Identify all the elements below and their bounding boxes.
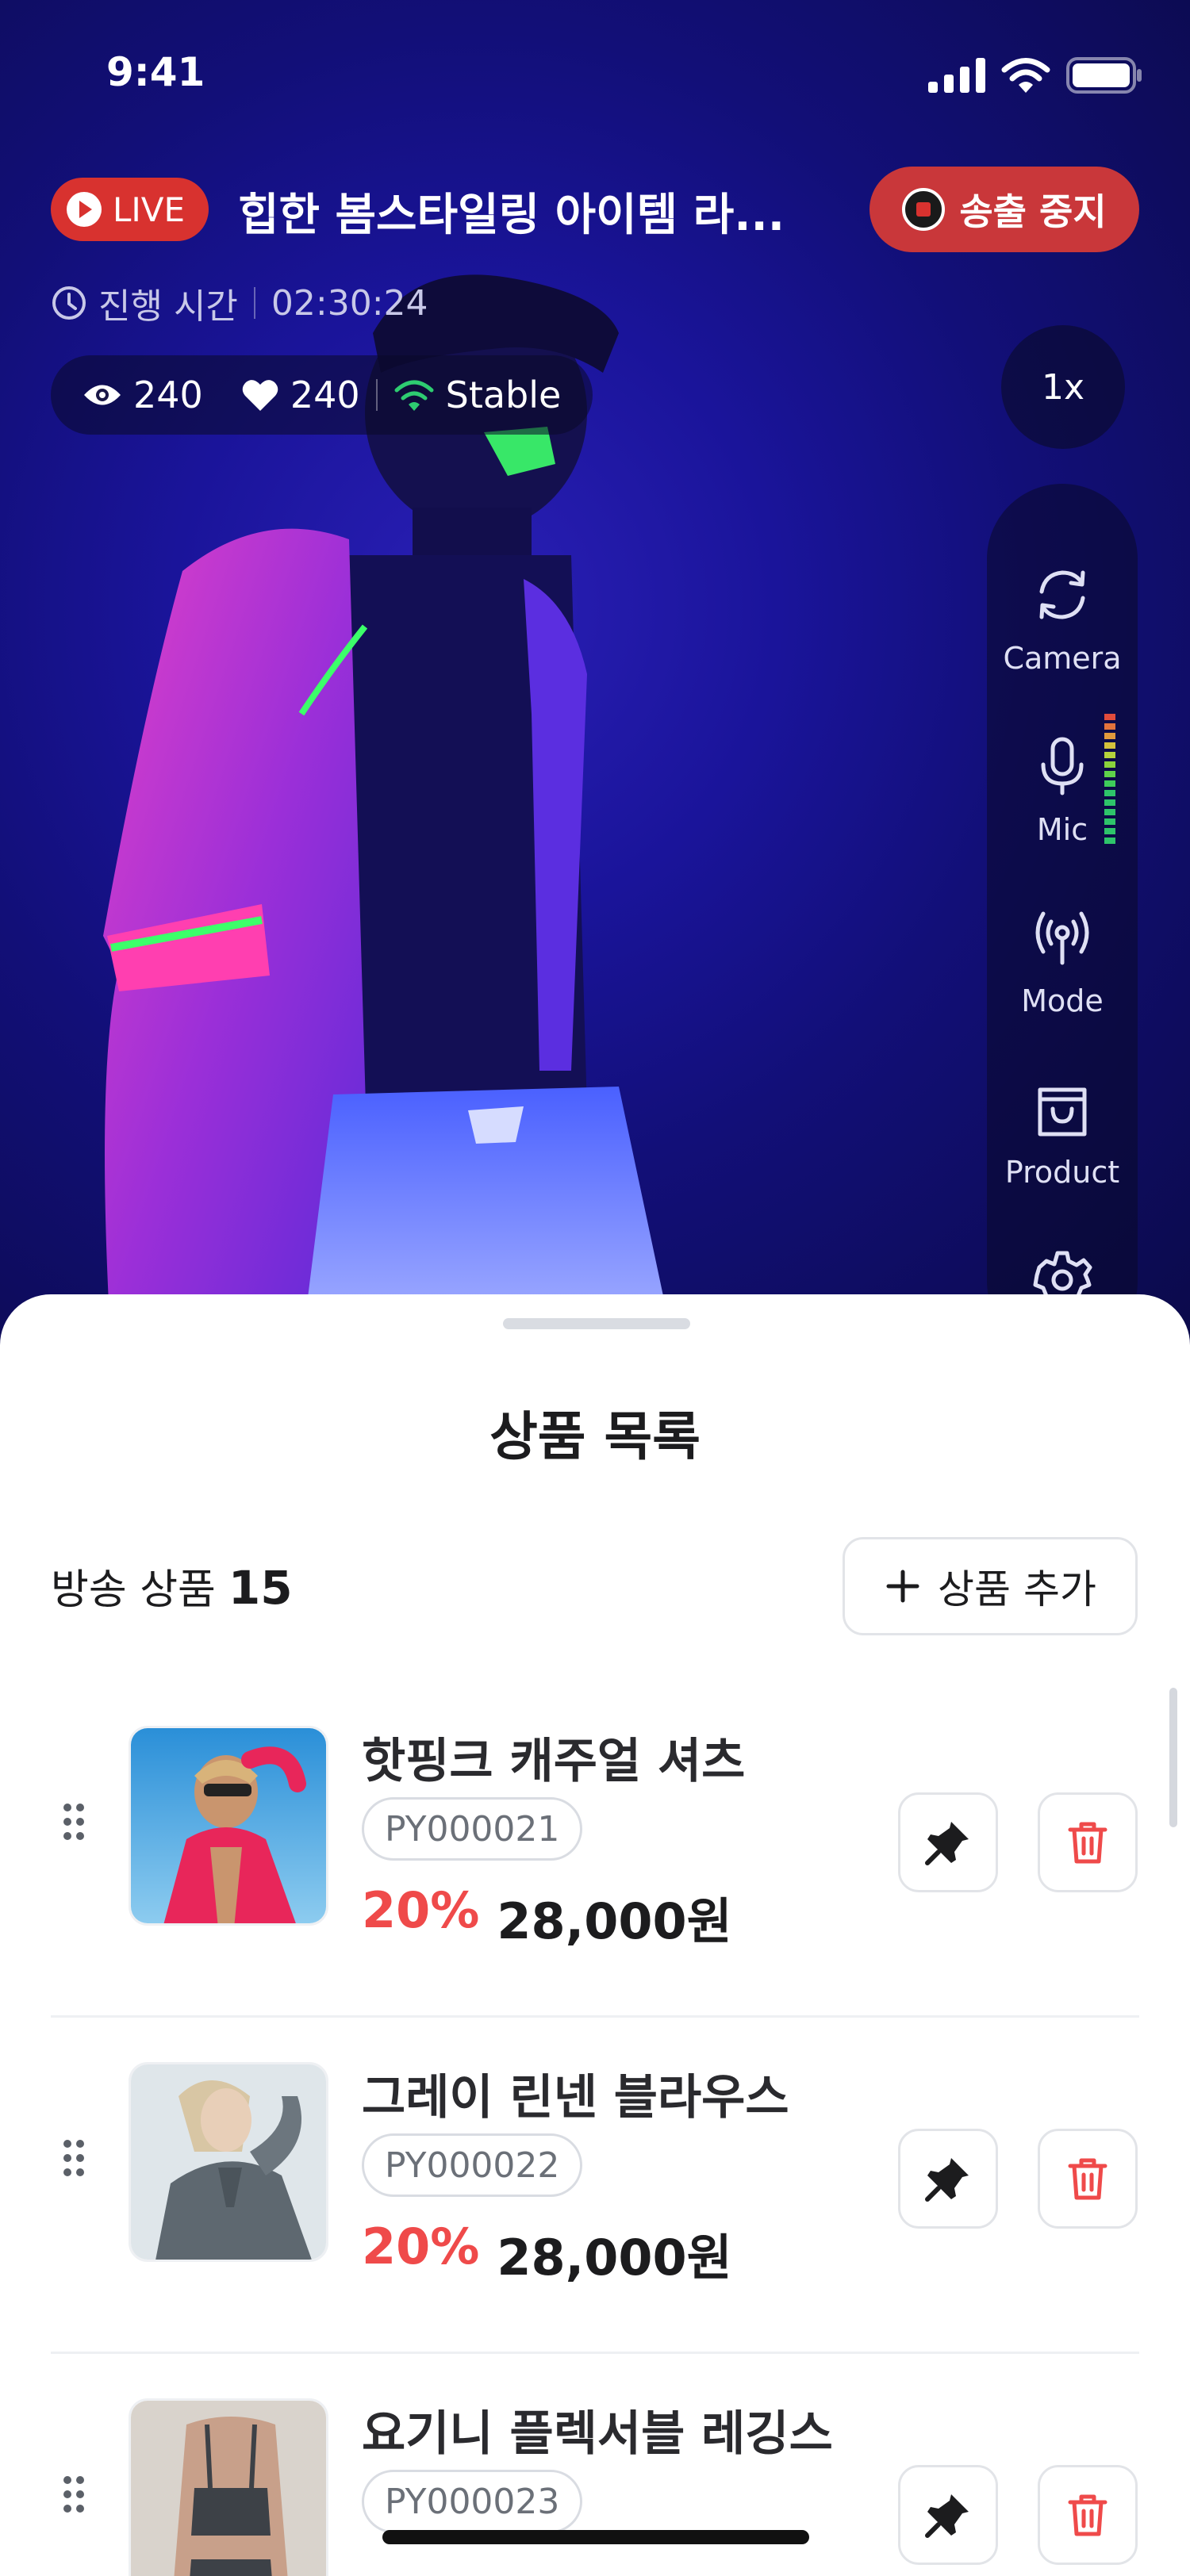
camera-switch-button[interactable]: Camera	[987, 563, 1138, 676]
trash-icon	[1068, 2494, 1107, 2536]
product-name: 그레이 린넨 블라우스	[362, 2070, 789, 2126]
delete-product-button[interactable]	[1038, 1792, 1138, 1892]
divider	[253, 287, 255, 319]
pin-icon	[925, 2158, 969, 2202]
product-thumbnail	[129, 2398, 328, 2576]
wifi-signal-icon	[394, 380, 434, 411]
elapsed-time: 진행 시간 02:30:24	[51, 278, 428, 328]
product-count-label: 방송 상품	[51, 1566, 216, 1614]
stream-title: 힙한 봄스타일링 아이템 라...	[238, 190, 785, 241]
playback-speed-button[interactable]: 1x	[1001, 325, 1125, 449]
trash-icon	[1068, 1822, 1107, 1864]
pin-icon	[925, 2494, 969, 2538]
mic-icon	[1041, 737, 1084, 795]
product-count-value: 15	[228, 1561, 293, 1615]
product-count: 방송 상품 15	[51, 1556, 293, 1616]
price-value: 28,000원	[497, 2229, 732, 2287]
control-rail: Camera Mic Mode Product	[987, 484, 1138, 1356]
product-image	[131, 2401, 326, 2576]
product-label: Product	[1004, 1155, 1120, 1190]
elapsed-value: 02:30:24	[271, 282, 428, 324]
drag-handle-icon[interactable]	[62, 2474, 86, 2514]
delete-product-button[interactable]	[1038, 2465, 1138, 2565]
drag-handle-icon[interactable]	[62, 1802, 86, 1842]
heart-icon	[242, 380, 278, 411]
pin-product-button[interactable]	[898, 2129, 998, 2229]
pin-icon	[925, 1822, 969, 1865]
trash-icon	[1068, 2158, 1107, 2200]
live-badge: LIVE	[51, 178, 209, 241]
stop-broadcast-label: 송출 중지	[959, 190, 1107, 233]
battery-icon	[1066, 57, 1142, 94]
elapsed-label: 진행 시간	[98, 286, 238, 327]
product-row[interactable]: 그레이 린넨 블라우스 PY000022 20% 28,000원	[51, 2018, 1139, 2354]
eye-icon	[84, 385, 121, 405]
viewer-count: 240	[133, 374, 203, 416]
play-icon	[67, 192, 102, 227]
product-thumbnail	[129, 2062, 328, 2262]
wifi-icon	[1001, 58, 1050, 93]
discount-rate: 20%	[362, 1881, 480, 1939]
camera-switch-icon	[1039, 570, 1085, 619]
stop-broadcast-button[interactable]: 송출 중지	[869, 167, 1139, 252]
broadcast-icon	[1035, 911, 1089, 965]
stop-record-icon	[902, 188, 946, 231]
product-row[interactable]: 핫핑크 캐주얼 셔츠 PY000021 20% 28,000원	[51, 1681, 1139, 2018]
pin-product-button[interactable]	[898, 1792, 998, 1892]
status-bar: 9:41	[0, 0, 1190, 159]
mode-button[interactable]: Mode	[987, 906, 1138, 1018]
delete-product-button[interactable]	[1038, 2129, 1138, 2229]
price-value: 28,000원	[497, 1892, 732, 1950]
product-image	[131, 2064, 326, 2260]
shopping-bag-icon	[1038, 1087, 1087, 1137]
mode-label: Mode	[1021, 983, 1104, 1018]
drag-handle-icon[interactable]	[62, 2138, 86, 2178]
pin-product-button[interactable]	[898, 2465, 998, 2565]
product-button[interactable]: Product	[987, 1077, 1138, 1190]
home-indicator[interactable]	[382, 2530, 809, 2544]
live-badge-label: LIVE	[113, 190, 186, 229]
product-thumbnail	[129, 1726, 328, 1926]
product-name: 요기니 플렉서블 레깅스	[362, 2406, 833, 2462]
plus-icon	[886, 1570, 919, 1603]
product-list-sheet: 상품 목록 방송 상품 15 상품 추가 핫핑크 캐주얼 셔츠 PY000021…	[0, 1294, 1190, 2576]
stream-stats: 240 240 Stable	[51, 355, 593, 435]
cellular-signal-icon	[928, 58, 985, 93]
product-name: 핫핑크 캐주얼 셔츠	[362, 1734, 746, 1789]
scrollbar[interactable]	[1169, 1688, 1177, 1827]
mic-level-meter	[1104, 714, 1115, 844]
product-image	[131, 1728, 326, 1923]
product-price: 20% 28,000원	[362, 2218, 732, 2289]
clock-icon	[52, 286, 86, 320]
product-code: PY000021	[362, 1797, 583, 1861]
connection-status: Stable	[445, 374, 562, 416]
sheet-drag-handle[interactable]	[503, 1318, 690, 1329]
divider	[375, 379, 378, 411]
add-product-label: 상품 추가	[938, 1566, 1096, 1612]
mic-label: Mic	[1036, 812, 1088, 847]
product-code: PY000022	[362, 2133, 583, 2197]
camera-label: Camera	[1003, 641, 1122, 676]
status-time: 9:41	[106, 49, 205, 95]
discount-rate: 20%	[362, 2218, 480, 2275]
product-price: 20% 28,000원	[362, 1881, 732, 1953]
add-product-button[interactable]: 상품 추가	[843, 1537, 1138, 1635]
like-count: 240	[290, 374, 360, 416]
product-code: PY000023	[362, 2470, 583, 2533]
sheet-title: 상품 목록	[489, 1406, 701, 1467]
